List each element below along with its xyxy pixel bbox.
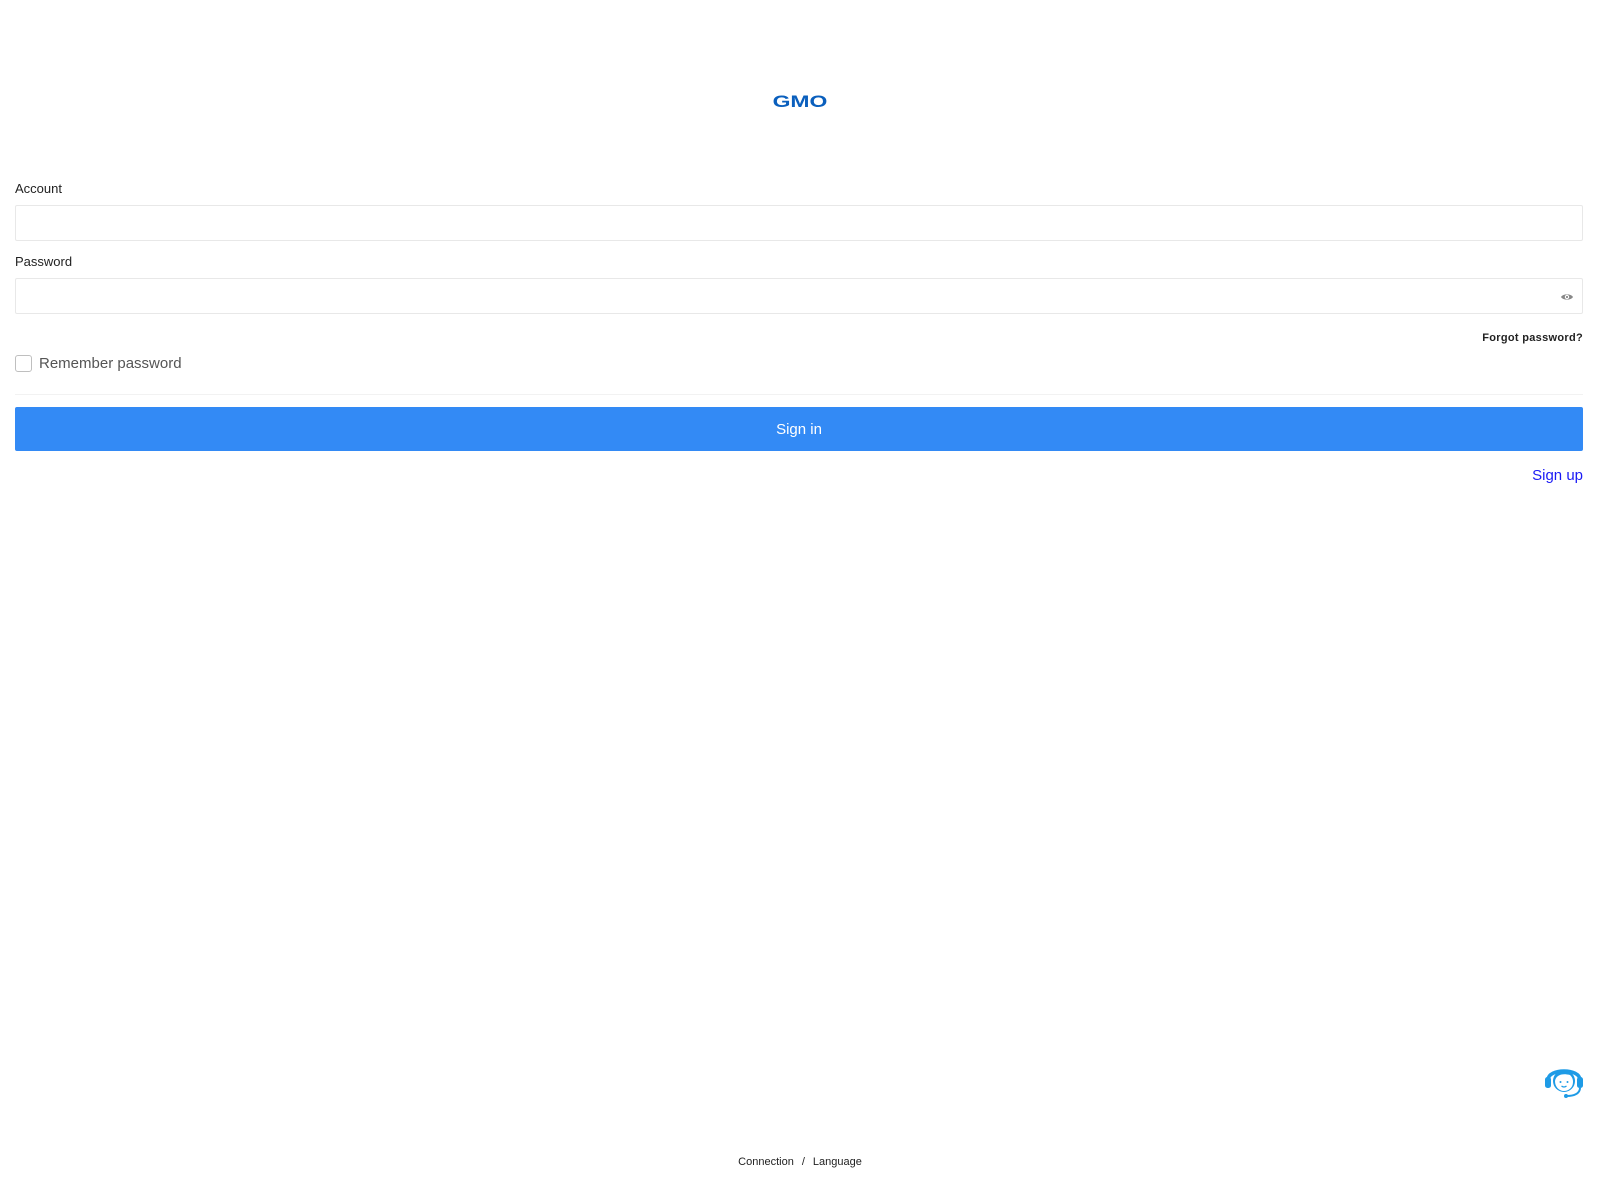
divider [15, 394, 1583, 395]
password-input[interactable] [15, 278, 1583, 314]
login-page: GMO Account Password Forgot password? Re… [0, 0, 1600, 1200]
account-input[interactable] [15, 205, 1583, 241]
eye-icon[interactable] [1560, 290, 1574, 304]
forgot-password-link[interactable]: Forgot password? [1482, 332, 1583, 344]
sign-up-link[interactable]: Sign up [1532, 467, 1583, 484]
remember-password-checkbox[interactable] [15, 355, 32, 372]
remember-password-option[interactable]: Remember password [15, 355, 182, 372]
account-label: Account [15, 181, 62, 196]
password-label: Password [15, 254, 73, 269]
remember-password-label: Remember password [39, 355, 182, 372]
language-link[interactable]: Language [813, 1156, 862, 1168]
headset-support-icon[interactable] [1543, 1058, 1585, 1100]
footer: Connection / Language [0, 1156, 1600, 1168]
sign-in-button[interactable]: Sign in [15, 407, 1583, 451]
gmo-logo: GMO [772, 92, 828, 111]
connection-link[interactable]: Connection [738, 1156, 794, 1168]
footer-separator: / [801, 1156, 805, 1168]
